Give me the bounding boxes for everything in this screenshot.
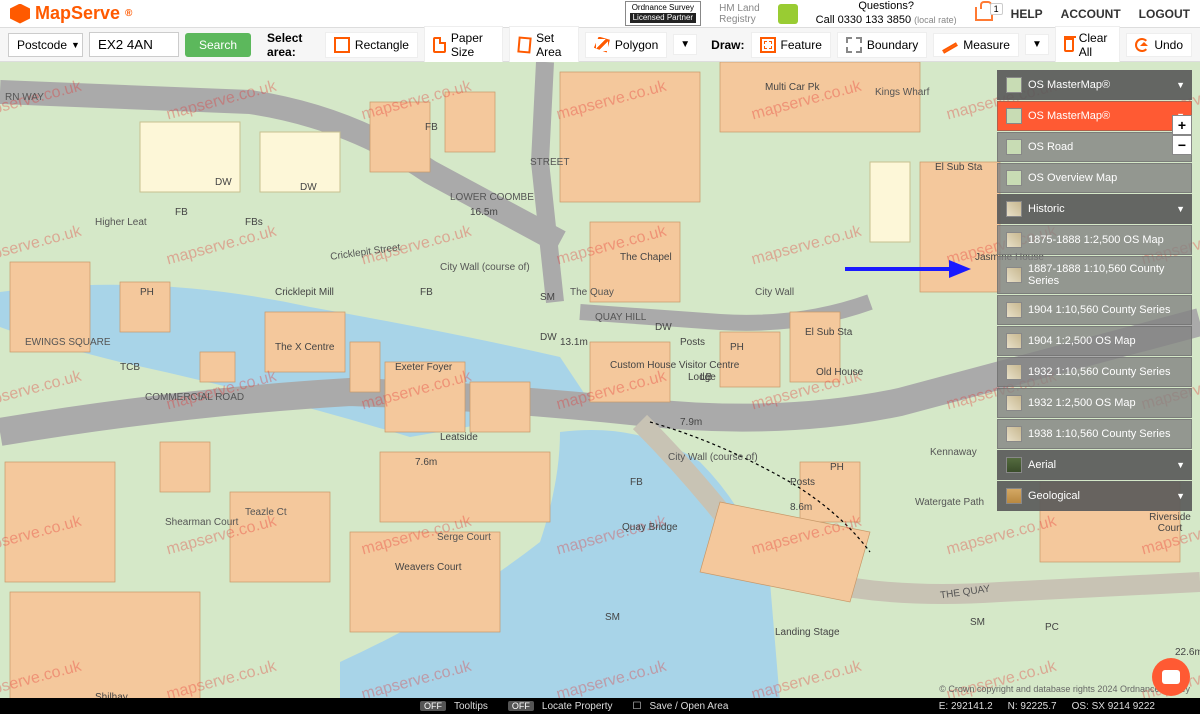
copyright: © Crown copyright and database rights 20… [939, 684, 1190, 694]
logout-link[interactable]: LOGOUT [1139, 7, 1190, 21]
setarea-icon [518, 36, 532, 53]
polygon-icon [594, 37, 610, 53]
logo[interactable]: MapServe® [10, 3, 132, 24]
feature-tool[interactable]: Feature [751, 32, 831, 58]
layer-item-2[interactable]: OS Overview Map [997, 163, 1192, 193]
help-link[interactable]: HELP [1011, 7, 1043, 21]
measure-dropdown[interactable]: ▼ [1025, 34, 1049, 55]
save-open-area[interactable]: Save / Open Area [649, 701, 728, 712]
paper-size-tool[interactable]: Paper Size [424, 26, 503, 64]
boundary-icon [846, 37, 862, 53]
land-registry-logo: HM Land Registry [719, 3, 760, 25]
layer-item-1[interactable]: OS Road [997, 132, 1192, 162]
chat-button[interactable] [1152, 658, 1190, 696]
logo-icon [10, 4, 30, 24]
layer-panel: OS MasterMap®▼ OS MasterMap®▼OS RoadOS O… [997, 70, 1192, 512]
layer-item-12[interactable]: Geological▼ [997, 481, 1192, 511]
tooltips-toggle[interactable]: OFF [420, 701, 446, 711]
cart-count: 1 [990, 3, 1003, 15]
locate-toggle[interactable]: OFF [508, 701, 534, 711]
toolbar: Postcode▼ Search Select area: Rectangle … [0, 28, 1200, 62]
rectangle-icon [334, 37, 350, 53]
trash-icon [1064, 38, 1074, 52]
set-area-tool[interactable]: Set Area [509, 26, 579, 64]
layer-item-10[interactable]: 1938 1:10,560 County Series [997, 419, 1192, 449]
search-type-selector[interactable]: Postcode▼ [8, 33, 83, 57]
layer-item-4[interactable]: 1875-1888 1:2,500 OS Map [997, 225, 1192, 255]
questions: Questions? Call 0330 133 3850 (local rat… [816, 0, 957, 26]
boundary-tool[interactable]: Boundary [837, 32, 927, 58]
layer-header[interactable]: OS MasterMap®▼ [997, 70, 1192, 100]
layer-item-0[interactable]: OS MasterMap®▼ [997, 101, 1192, 131]
zoom-controls: + − [1172, 115, 1192, 155]
select-area-label: Select area: [267, 31, 319, 59]
os-ref: OS: SX 9214 9222 [1072, 701, 1155, 712]
zoom-in-button[interactable]: + [1172, 115, 1192, 135]
layer-item-3[interactable]: Historic▼ [997, 194, 1192, 224]
brand: MapServe [35, 3, 120, 24]
layer-item-6[interactable]: 1904 1:10,560 County Series [997, 295, 1192, 325]
annotation-arrow [845, 260, 980, 278]
layer-item-7[interactable]: 1904 1:2,500 OS Map [997, 326, 1192, 356]
zoom-out-button[interactable]: − [1172, 135, 1192, 155]
clear-all-button[interactable]: Clear All [1055, 26, 1120, 64]
account-link[interactable]: ACCOUNT [1061, 7, 1121, 21]
status-bar: OFF Tooltips OFF Locate Property ☐ Save … [0, 698, 1200, 714]
layer-item-9[interactable]: 1932 1:2,500 OS Map [997, 388, 1192, 418]
partner-badge: Ordnance Survey Licensed Partner [625, 1, 701, 27]
undo-icon [1135, 38, 1149, 52]
measure-icon [942, 42, 958, 53]
layer-item-5[interactable]: 1887-1888 1:10,560 County Series [997, 256, 1192, 294]
undo-button[interactable]: Undo [1126, 33, 1192, 57]
layer-item-8[interactable]: 1932 1:10,560 County Series [997, 357, 1192, 387]
search-input[interactable] [89, 32, 179, 57]
rectangle-tool[interactable]: Rectangle [325, 32, 418, 58]
badge-icon [778, 4, 798, 24]
polygon-dropdown[interactable]: ▼ [673, 34, 697, 55]
header: MapServe® Ordnance Survey Licensed Partn… [0, 0, 1200, 28]
easting: E: 292141.2 [939, 701, 993, 712]
layer-item-11[interactable]: Aerial▼ [997, 450, 1192, 480]
northing: N: 92225.7 [1008, 701, 1057, 712]
measure-tool[interactable]: Measure [933, 33, 1019, 57]
paper-icon [433, 37, 446, 53]
feature-icon [760, 37, 776, 53]
draw-label: Draw: [711, 38, 744, 52]
search-button[interactable]: Search [185, 33, 251, 57]
polygon-tool[interactable]: Polygon [585, 32, 667, 58]
cart-button[interactable]: 1 [975, 7, 993, 21]
